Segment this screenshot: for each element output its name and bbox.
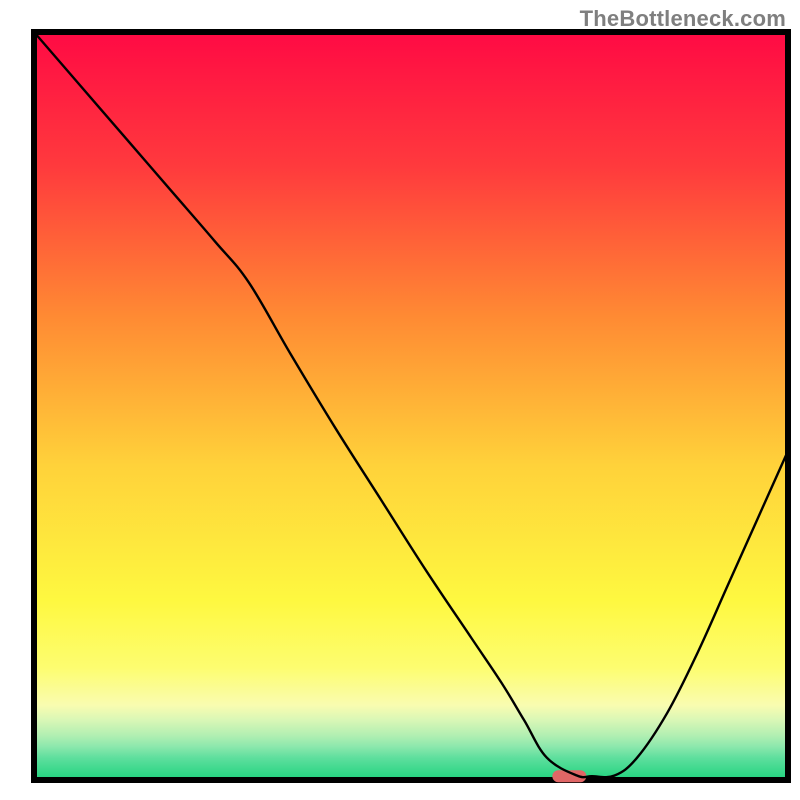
watermark-label: TheBottleneck.com bbox=[580, 6, 786, 32]
bottleneck-chart: TheBottleneck.com bbox=[0, 0, 800, 800]
chart-canvas bbox=[0, 0, 800, 800]
